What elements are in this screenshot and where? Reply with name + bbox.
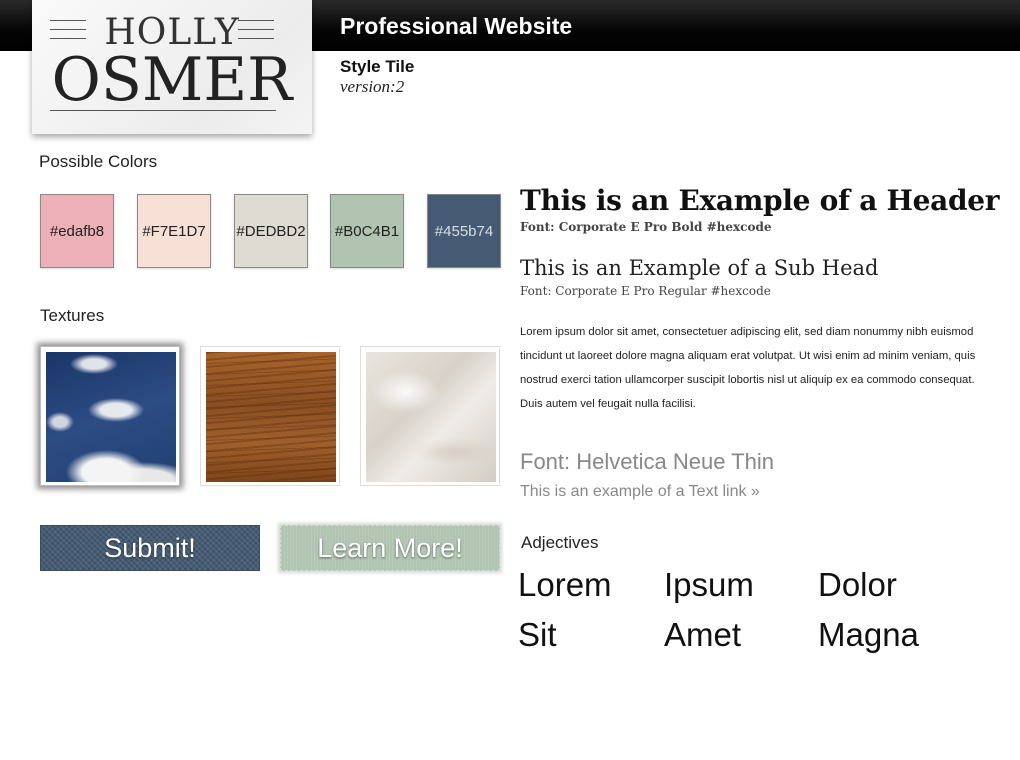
version-label: version:2: [340, 77, 405, 96]
body-text: Lorem ipsum dolor sit amet, consectetuer…: [520, 326, 976, 410]
adjective-word: Amet: [664, 616, 742, 653]
swatch-code: #edafb8: [49, 222, 105, 240]
color-swatch: #F7E1D7: [137, 194, 211, 268]
color-swatch: #DEDBD2: [234, 194, 308, 268]
adjectives-section-label: Adjectives: [521, 533, 599, 552]
swatch-code: #455b74: [434, 222, 494, 240]
adjective-word: Sit: [518, 616, 557, 653]
color-swatch: #455b74: [427, 194, 501, 268]
textures-section-label: Textures: [40, 306, 105, 325]
texture-image: [46, 352, 176, 482]
example-text-link[interactable]: This is an example of a Text link »: [520, 483, 760, 501]
example-header: This is an Example of a Header: [520, 184, 1000, 217]
swatch-code: #B0C4B1: [334, 222, 400, 240]
adjective-word: Lorem: [518, 566, 612, 603]
subhead-font-note: Font: Corporate E Pro Regular #hexcode: [520, 284, 771, 298]
logo: HOLLY OSMER: [32, 0, 312, 134]
adjective-word: Ipsum: [664, 566, 754, 603]
adjective-word: Magna: [818, 616, 919, 653]
texture-sky: [40, 346, 180, 486]
texture-image: [366, 352, 496, 482]
swatch-code: #F7E1D7: [142, 222, 206, 240]
learn-more-button[interactable]: Learn More!: [280, 525, 500, 571]
adjective-word: Dolor: [818, 566, 897, 603]
logo-last-name: OSMER: [51, 45, 293, 115]
page-title: Professional Website: [340, 13, 573, 39]
example-subhead: This is an Example of a Sub Head: [520, 256, 879, 280]
texture-marble: [360, 346, 500, 486]
thin-font-label: Font: Helvetica Neue Thin: [520, 449, 774, 474]
submit-button[interactable]: Submit!: [40, 525, 260, 571]
texture-image: [206, 352, 336, 482]
texture-wood: [200, 346, 340, 486]
color-swatch: #edafb8: [40, 194, 114, 268]
colors-section-label: Possible Colors: [39, 152, 158, 171]
color-swatch: #B0C4B1: [330, 194, 404, 268]
swatch-code: #DEDBD2: [236, 222, 306, 240]
logo-rule: [50, 110, 276, 111]
style-tile-label: Style Tile: [340, 57, 415, 76]
header-font-note: Font: Corporate E Pro Bold #hexcode: [520, 220, 772, 234]
